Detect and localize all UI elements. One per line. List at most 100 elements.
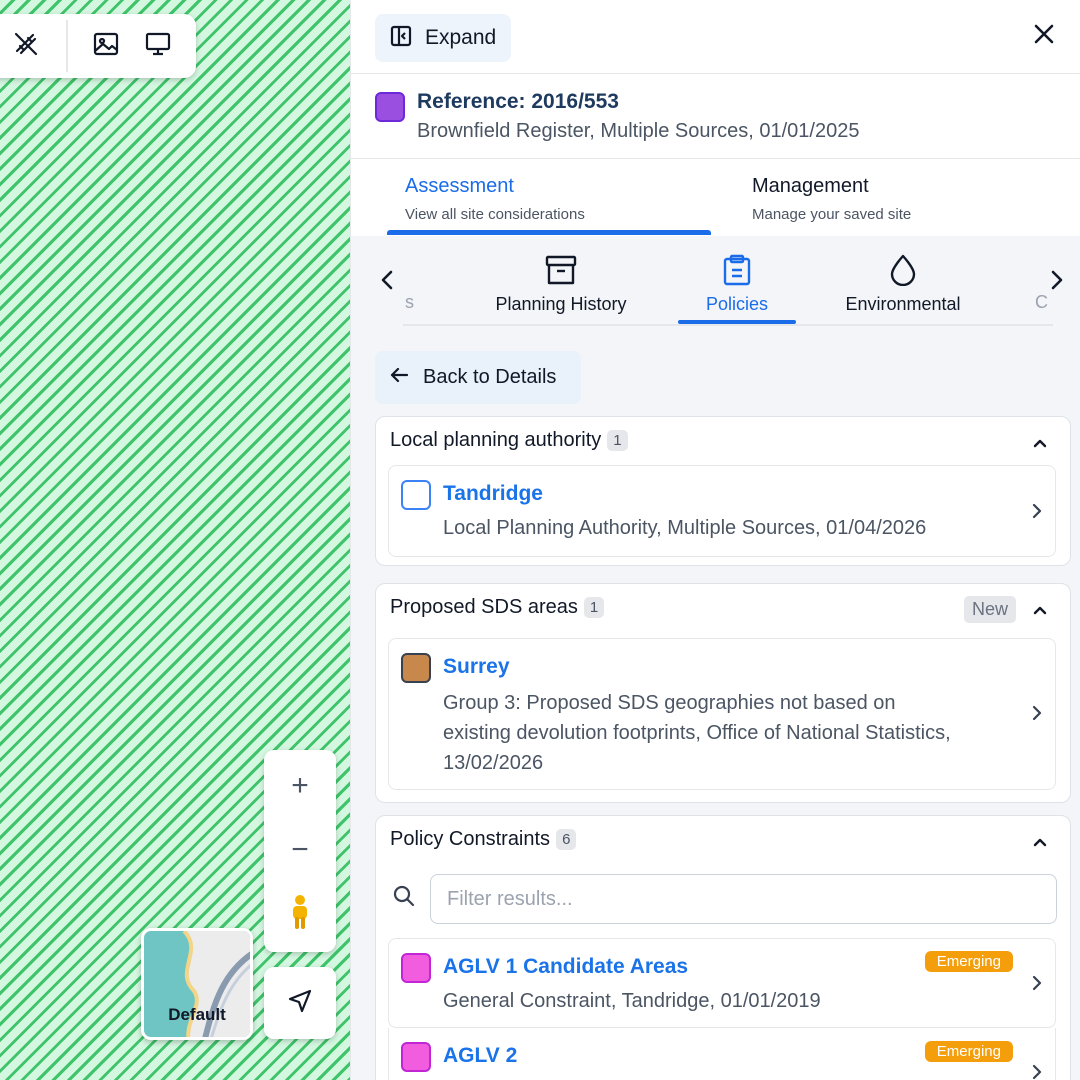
section-header[interactable]: Proposed SDS areas 1 [390,596,605,619]
category-tab-label: Policies [705,294,769,314]
category-tab-partial-left[interactable]: s [405,292,414,313]
back-to-details-button[interactable]: Back to Details [375,351,581,404]
image-button[interactable] [80,20,132,72]
item-subtitle: General Constraint, Tandridge, 01/01/201… [443,990,821,1012]
map-canvas[interactable]: + − Default [0,0,350,1080]
toolbar-divider [66,20,68,72]
expand-button[interactable]: Expand [375,14,511,62]
image-icon [92,30,120,63]
search-icon [392,884,416,908]
category-tab-policies[interactable]: Policies [678,254,796,315]
locate-button[interactable] [264,967,336,1039]
arrow-left-icon [389,366,409,389]
zoom-controls: + − [264,750,336,952]
site-reference: Reference: 2016/553 Brownfield Register,… [351,74,1080,159]
category-tabs-divider [403,324,1053,326]
tab-management[interactable]: Management Manage your saved site [752,159,1072,237]
monitor-button[interactable] [132,20,184,72]
panel-header: Expand [351,0,1080,74]
category-tab-active-indicator [678,320,796,324]
item-title[interactable]: Tandridge [443,482,543,506]
category-tabs: s Planning History Policies Environmenta… [351,236,1080,326]
close-button[interactable] [1030,22,1058,50]
chevron-up-icon[interactable] [1030,600,1050,620]
tabs-scroll-left[interactable] [375,268,399,296]
category-tab-label: Planning History [495,294,627,314]
zoom-in-button[interactable]: + [264,756,336,816]
emerging-badge: Emerging [924,951,1013,972]
item-subtitle-line: existing devolution footprints, Office o… [443,722,951,744]
section-proposed-sds-areas: Proposed SDS areas 1 New Surrey Group 3:… [375,583,1071,803]
chevron-right-icon [1029,1062,1045,1080]
chevron-up-icon[interactable] [1030,433,1050,453]
category-tab-label: Environmental [845,294,961,314]
basemap-switcher[interactable]: Default [141,928,253,1040]
category-tab-planning-history[interactable]: Planning History [481,254,641,315]
list-item-surrey[interactable]: Surrey Group 3: Proposed SDS geographies… [388,638,1056,790]
chevron-right-icon [1050,269,1064,296]
chevron-up-icon[interactable] [1030,832,1050,852]
draw-tool-icon [12,30,40,63]
category-tab-environmental[interactable]: Environmental [829,254,977,315]
close-icon [1033,23,1055,50]
list-item-aglv-1-candidate-areas[interactable]: AGLV 1 Candidate Areas Emerging General … [388,938,1056,1028]
item-subtitle: Group 3: Proposed SDS geographies not ba… [443,688,951,778]
count-badge: 1 [607,430,628,451]
section-header[interactable]: Policy Constraints 6 [390,828,577,851]
reference-title: Reference: 2016/553 [417,90,619,113]
filter-results-input[interactable] [430,874,1057,924]
section-header[interactable]: Local planning authority 1 [390,429,628,452]
tab-active-indicator [387,230,711,235]
site-details-panel: Expand Reference: 2016/553 Brownfield Re… [350,0,1080,1080]
expand-icon [389,24,413,53]
section-title: Policy Constraints [390,828,551,850]
droplet-icon [889,254,917,291]
back-to-details-label: Back to Details [423,366,557,388]
item-color-swatch [401,1042,431,1072]
item-color-swatch [401,480,431,510]
section-title: Proposed SDS areas [390,596,578,618]
count-badge: 1 [583,597,605,618]
item-title[interactable]: Surrey [443,655,510,679]
reference-color-swatch [375,92,405,122]
zoom-out-button[interactable]: − [264,820,336,880]
reference-subtitle: Brownfield Register, Multiple Sources, 0… [417,120,860,142]
tab-assessment[interactable]: Assessment View all site considerations [405,159,725,237]
section-policy-constraints: Policy Constraints 6 AGLV 1 Candidate Ar… [375,815,1071,1080]
draw-tool-button[interactable] [0,20,52,72]
new-badge: New [963,596,1016,623]
item-subtitle-line: Group 3: Proposed SDS geographies not ba… [443,692,896,714]
clipboard-icon [723,254,751,291]
main-tabs: Assessment View all site considerations … [351,159,1080,237]
tab-management-sublabel: Manage your saved site [752,206,912,223]
map-toolbar [0,14,196,78]
street-view-button[interactable] [264,886,336,946]
chevron-right-icon [1029,973,1045,993]
navigation-arrow-icon [286,987,314,1020]
item-subtitle: Local Planning Authority, Multiple Sourc… [443,517,927,539]
section-local-planning-authority: Local planning authority 1 Tandridge Loc… [375,416,1071,566]
tab-assessment-sublabel: View all site considerations [405,206,585,223]
item-color-swatch [401,653,431,683]
tab-management-label: Management [752,175,869,197]
expand-label: Expand [425,26,497,49]
pegman-icon [289,894,311,938]
tabs-scroll-right[interactable] [1045,268,1069,296]
count-badge: 6 [556,829,577,850]
archive-icon [545,255,577,290]
item-subtitle-line: 13/02/2026 [443,752,544,774]
chevron-left-icon [380,269,394,296]
chevron-right-icon [1029,501,1045,521]
tab-assessment-label: Assessment [405,175,514,197]
item-color-swatch [401,953,431,983]
chevron-right-icon [1029,703,1045,723]
policies-content: s Planning History Policies Environmenta… [351,236,1080,1080]
item-title[interactable]: AGLV 2 [443,1044,517,1068]
item-title[interactable]: AGLV 1 Candidate Areas [443,955,688,979]
basemap-label: Default [168,1005,226,1024]
emerging-badge: Emerging [924,1041,1013,1062]
section-title: Local planning authority [390,429,602,451]
monitor-icon [144,30,172,63]
list-item-aglv-2[interactable]: AGLV 2 Emerging [388,1028,1056,1080]
list-item-tandridge[interactable]: Tandridge Local Planning Authority, Mult… [388,465,1056,557]
